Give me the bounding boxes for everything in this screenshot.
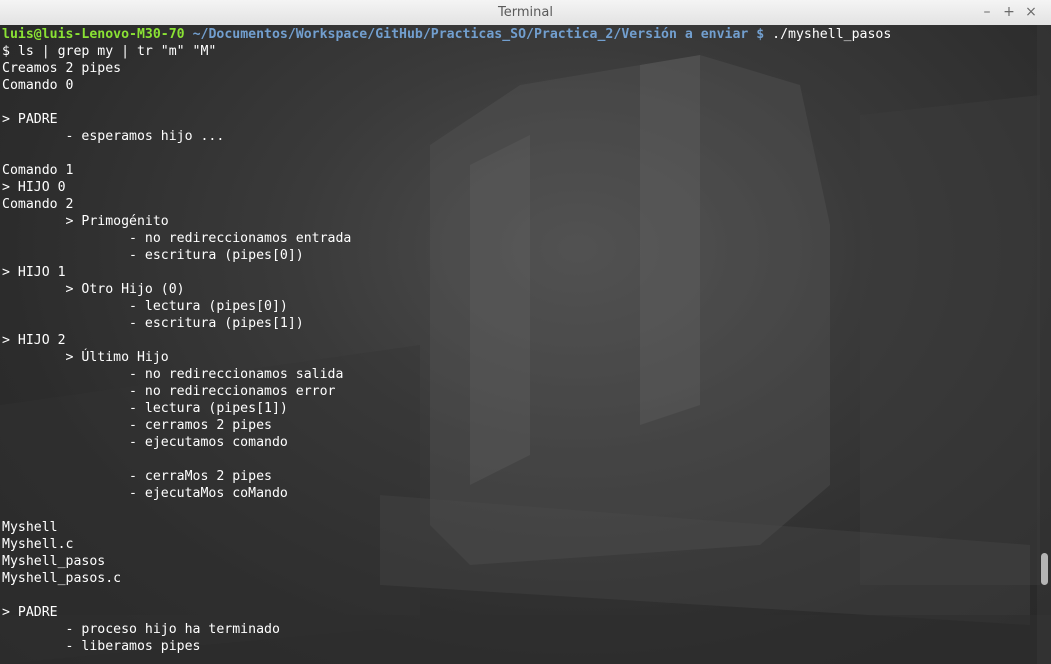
terminal-line: - cerraMos 2 pipes [2,469,272,484]
minimize-button[interactable]: – [978,3,996,21]
terminal-line: Comando 1 [2,163,74,178]
terminal-line: Myshell_pasos.c [2,571,122,586]
window-title: Terminal [498,5,553,20]
prompt-command: ./myshell_pasos [764,27,892,42]
terminal-line: - no redireccionamos salida [2,367,344,382]
terminal-line: > HIJO 2 [2,333,66,348]
terminal-line: - cerramos 2 pipes [2,418,272,433]
terminal-line: - liberamos pipes [2,639,201,654]
prompt-path: ~/Documentos/Workspace/GitHub/Practicas_… [192,27,765,42]
terminal-scrollbar[interactable] [1037,25,1051,664]
terminal-line: Myshell [2,520,58,535]
terminal-line: - escritura (pipes[1]) [2,316,304,331]
terminal-area[interactable]: luis@luis-Lenovo-M30-70 ~/Documentos/Wor… [0,25,1051,664]
prompt-user-host: luis@luis-Lenovo-M30-70 [2,27,185,42]
terminal-line: - no redireccionamos entrada [2,231,352,246]
terminal-line: - ejecutaMos coMando [2,486,288,501]
output-lines: $ ls | grep my | tr "m" "M" Creamos 2 pip… [2,43,1031,655]
terminal-line: > PADRE [2,605,58,620]
maximize-button[interactable]: + [1000,3,1018,21]
terminal-line: Creamos 2 pipes [2,61,122,76]
terminal-line: Myshell.c [2,537,74,552]
terminal-line: Comando 2 [2,197,74,212]
terminal-line: - lectura (pipes[0]) [2,299,288,314]
scrollbar-thumb[interactable] [1041,553,1048,586]
terminal-line: - proceso hijo ha terminado [2,622,280,637]
terminal-line: - no redireccionamos error [2,384,336,399]
terminal-line: - lectura (pipes[1]) [2,401,288,416]
terminal-line: > PADRE [2,112,58,127]
terminal-line: $ ls | grep my | tr "m" "M" [2,44,217,59]
terminal-line: > HIJO 1 [2,265,66,280]
terminal-line: > Último Hijo [2,350,169,365]
terminal-line: - escritura (pipes[0]) [2,248,304,263]
window-titlebar[interactable]: Terminal – + × [0,0,1051,26]
terminal-line: Myshell_pasos [2,554,106,569]
terminal-output: luis@luis-Lenovo-M30-70 ~/Documentos/Wor… [2,26,1031,655]
terminal-line: Comando 0 [2,78,74,93]
terminal-line: - esperamos hijo ... [2,129,225,144]
terminal-line: > Primogénito [2,214,169,229]
terminal-line: - ejecutamos comando [2,435,288,450]
prompt-line: luis@luis-Lenovo-M30-70 ~/Documentos/Wor… [2,26,1031,43]
terminal-line: > Otro Hijo (0) [2,282,185,297]
close-button[interactable]: × [1022,3,1040,21]
terminal-line: > HIJO 0 [2,180,66,195]
